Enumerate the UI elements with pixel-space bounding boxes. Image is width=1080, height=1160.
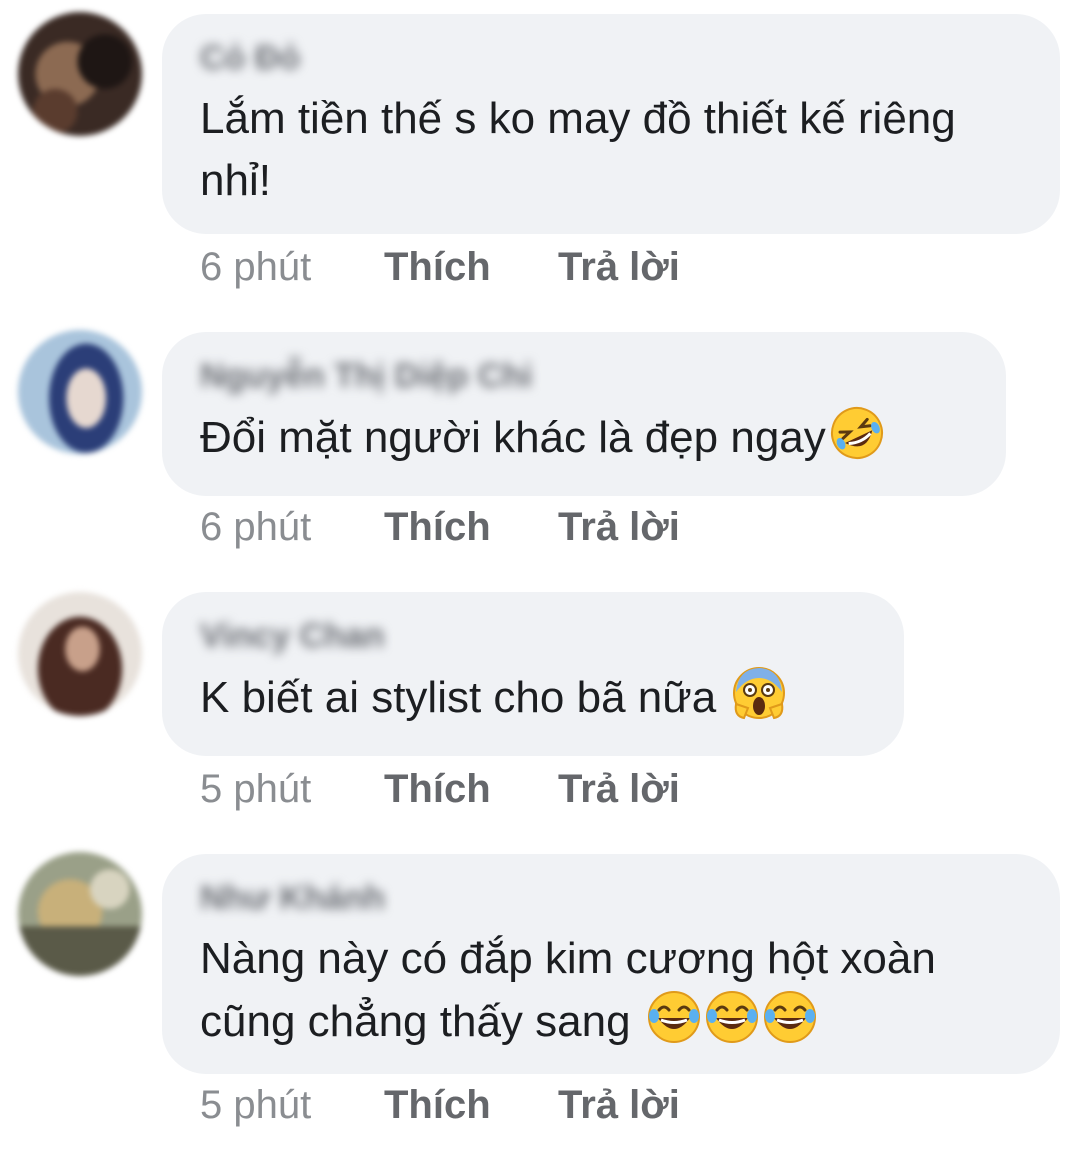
screaming-in-fear-emoji: [732, 666, 786, 720]
avatar[interactable]: [18, 852, 142, 976]
avatar[interactable]: [18, 592, 142, 716]
reply-button[interactable]: Trả lời: [558, 1080, 680, 1130]
like-button[interactable]: Thích: [384, 1080, 491, 1130]
comment-time[interactable]: 6 phút: [200, 242, 311, 292]
comment-bubble: Nguyễn Thị Diệp Chi Đổi mặt người khác l…: [162, 332, 1006, 496]
comment-bubble: Cỏ Đỏ Lắm tiền thế s ko may đồ thiết kế …: [162, 14, 1060, 234]
reply-button[interactable]: Trả lời: [558, 764, 680, 814]
comment-author[interactable]: Cỏ Đỏ: [200, 38, 1022, 78]
reply-button[interactable]: Trả lời: [558, 502, 680, 552]
comment-text: Lắm tiền thế s ko may đồ thiết kế riêng …: [200, 94, 956, 205]
comment-text: Đổi mặt người khác là đẹp ngay: [200, 406, 968, 469]
comment-bubble: Như Khánh Nàng này có đắp kim cương hột …: [162, 854, 1060, 1074]
like-button[interactable]: Thích: [384, 502, 491, 552]
comment-time[interactable]: 5 phút: [200, 1080, 311, 1130]
like-button[interactable]: Thích: [384, 764, 491, 814]
comment-author[interactable]: Nguyễn Thị Diệp Chi: [200, 356, 968, 396]
tears-of-joy-emoji: [647, 990, 701, 1044]
like-button[interactable]: Thích: [384, 242, 491, 292]
comment-text: Nàng này có đắp kim cương hột xoàn cũng …: [200, 934, 936, 1046]
comment-bubble: Vincy Chan K biết ai stylist cho bã nữa: [162, 592, 904, 756]
tears-of-joy-emoji: [705, 990, 759, 1044]
rolling-on-floor-laughing-emoji: [830, 406, 884, 460]
comment-author[interactable]: Vincy Chan: [200, 616, 866, 656]
comment-time[interactable]: 5 phút: [200, 764, 311, 814]
reply-button[interactable]: Trả lời: [558, 242, 680, 292]
tears-of-joy-emoji: [763, 990, 817, 1044]
avatar[interactable]: [18, 330, 142, 454]
comment-text: K biết ai stylist cho bã nữa: [200, 666, 866, 729]
avatar[interactable]: [18, 12, 142, 136]
comment-time[interactable]: 6 phút: [200, 502, 311, 552]
comment-author[interactable]: Như Khánh: [200, 878, 1022, 918]
